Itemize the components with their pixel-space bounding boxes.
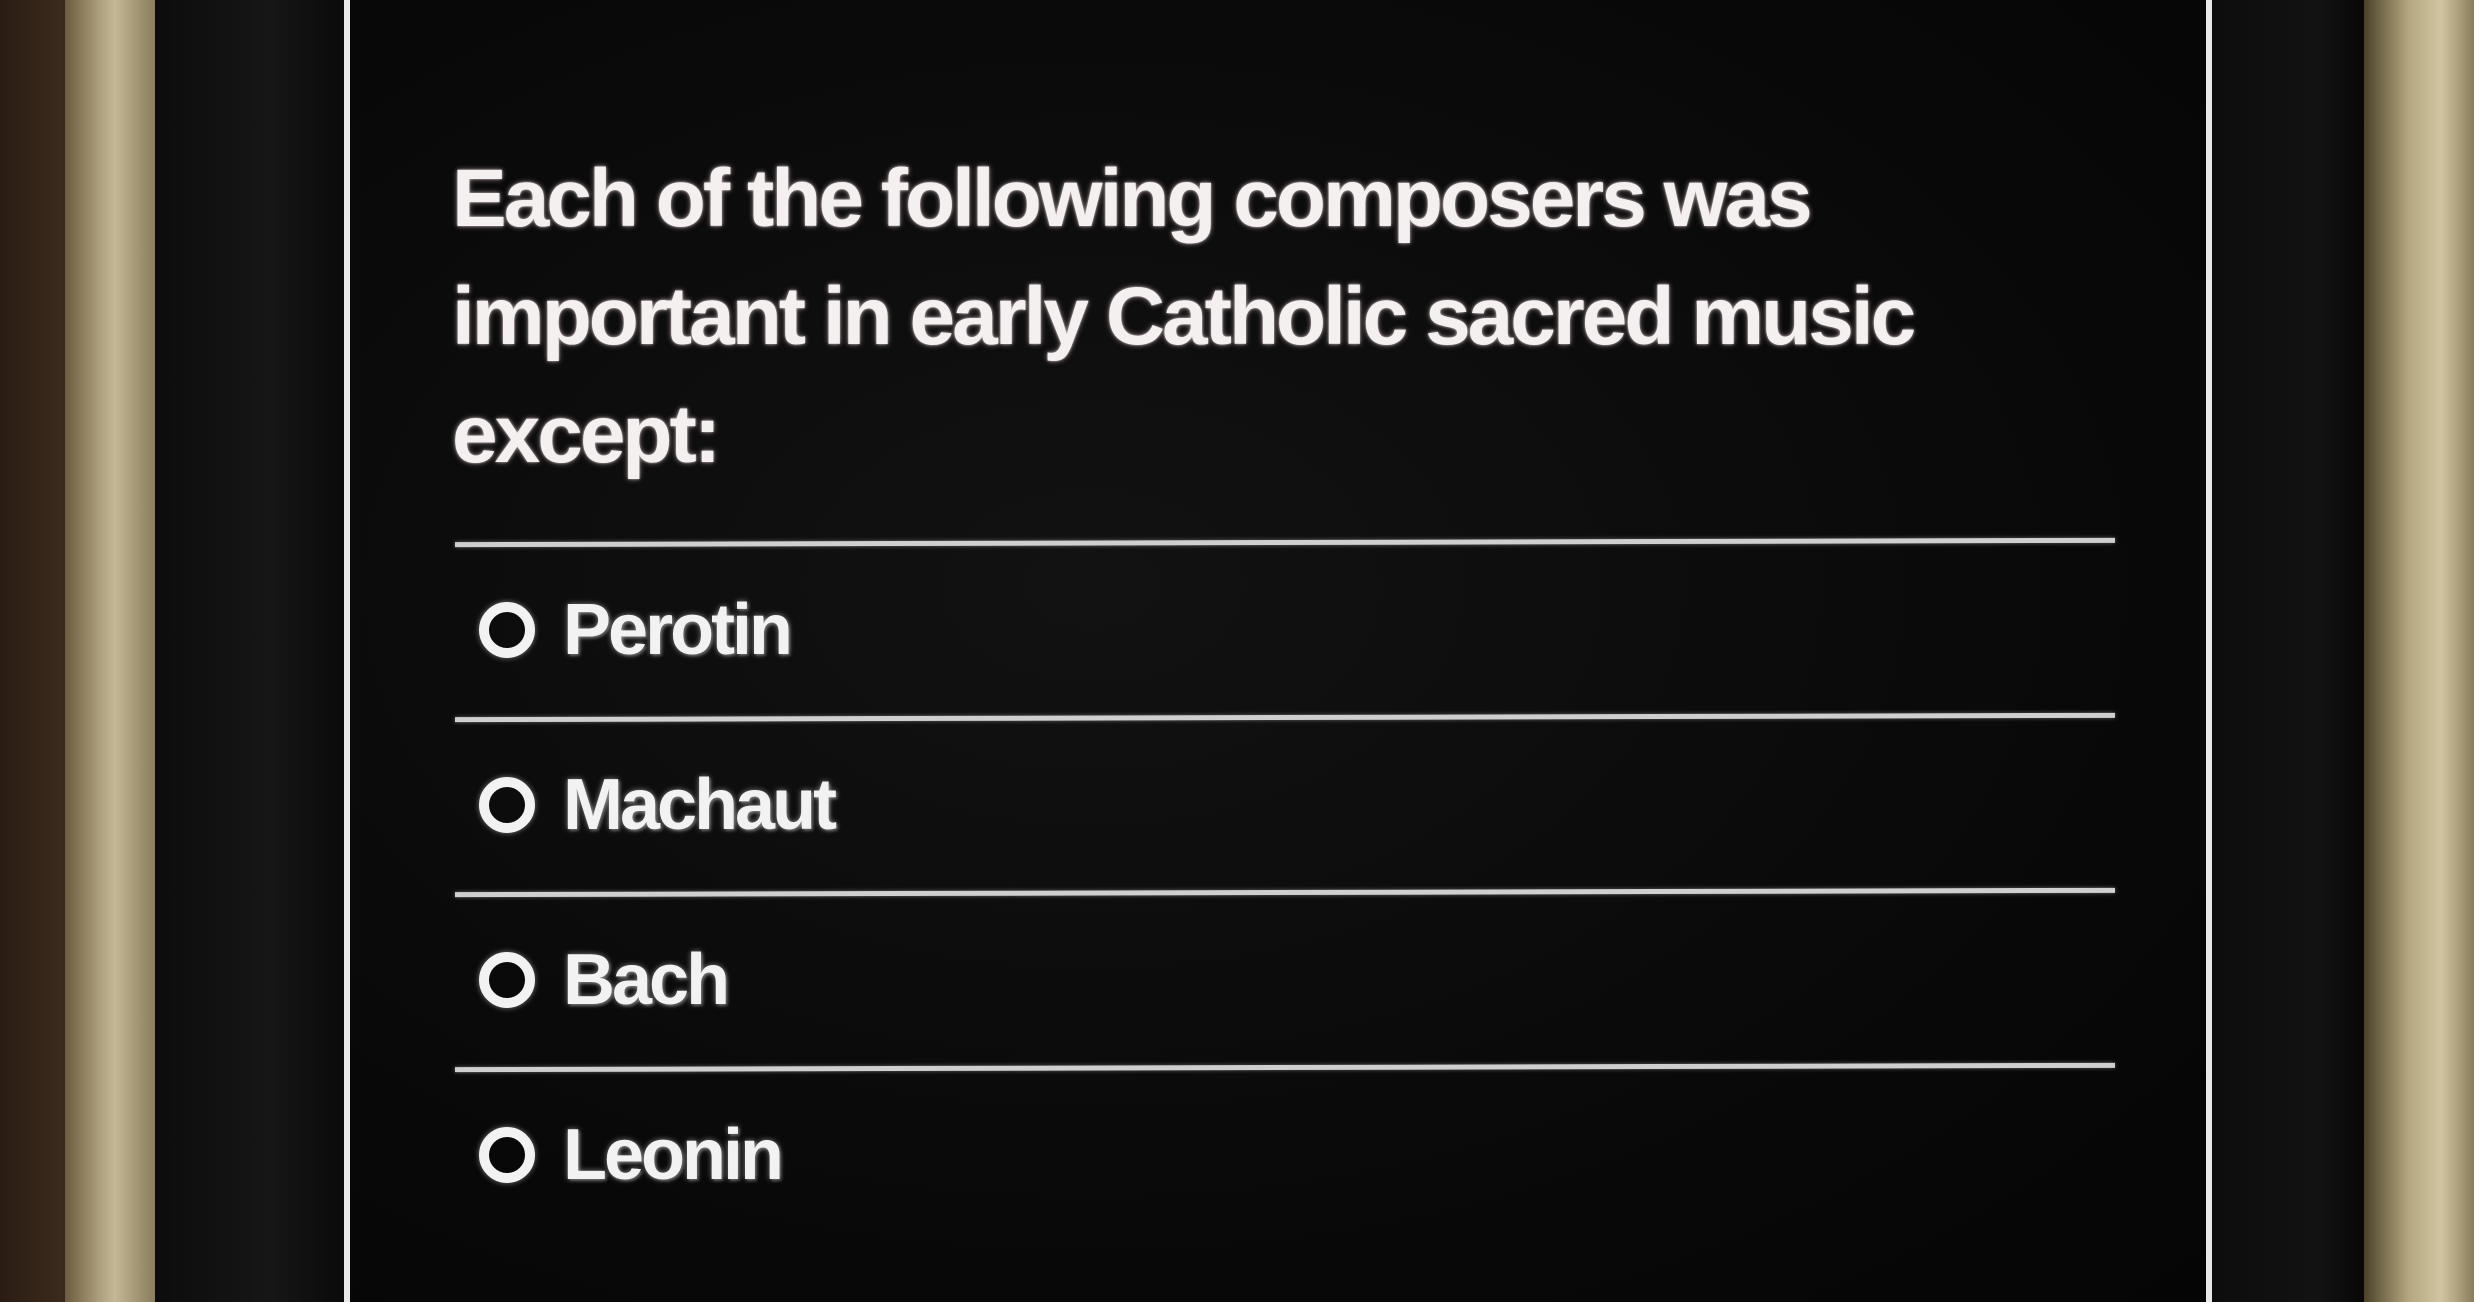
radio-button-icon[interactable] [479, 1127, 535, 1183]
option-perotin[interactable]: Perotin [455, 545, 2115, 715]
device-bezel-left [65, 0, 155, 1302]
option-leonin[interactable]: Leonin [455, 1070, 2115, 1240]
device-bezel-right [2364, 0, 2474, 1302]
panel-border-left [344, 0, 350, 1302]
radio-button-icon[interactable] [479, 952, 535, 1008]
option-label[interactable]: Leonin [563, 1114, 784, 1196]
panel-border-right [2206, 0, 2212, 1302]
option-bach[interactable]: Bach [455, 895, 2115, 1065]
question-text: Each of the following composers was impo… [452, 153, 1916, 480]
photo-of-screen: Each of the following composers was impo… [0, 0, 2474, 1302]
radio-button-icon[interactable] [479, 777, 535, 833]
option-label[interactable]: Bach [563, 939, 730, 1021]
option-machaut[interactable]: Machaut [455, 720, 2115, 890]
radio-button-icon[interactable] [479, 602, 535, 658]
option-label[interactable]: Machaut [563, 764, 837, 846]
option-label[interactable]: Perotin [563, 589, 793, 671]
device-edge-left [155, 0, 345, 1302]
device-edge-right [2214, 0, 2364, 1302]
answer-options: Perotin Machaut Bach Leonin [454, 537, 2116, 1240]
